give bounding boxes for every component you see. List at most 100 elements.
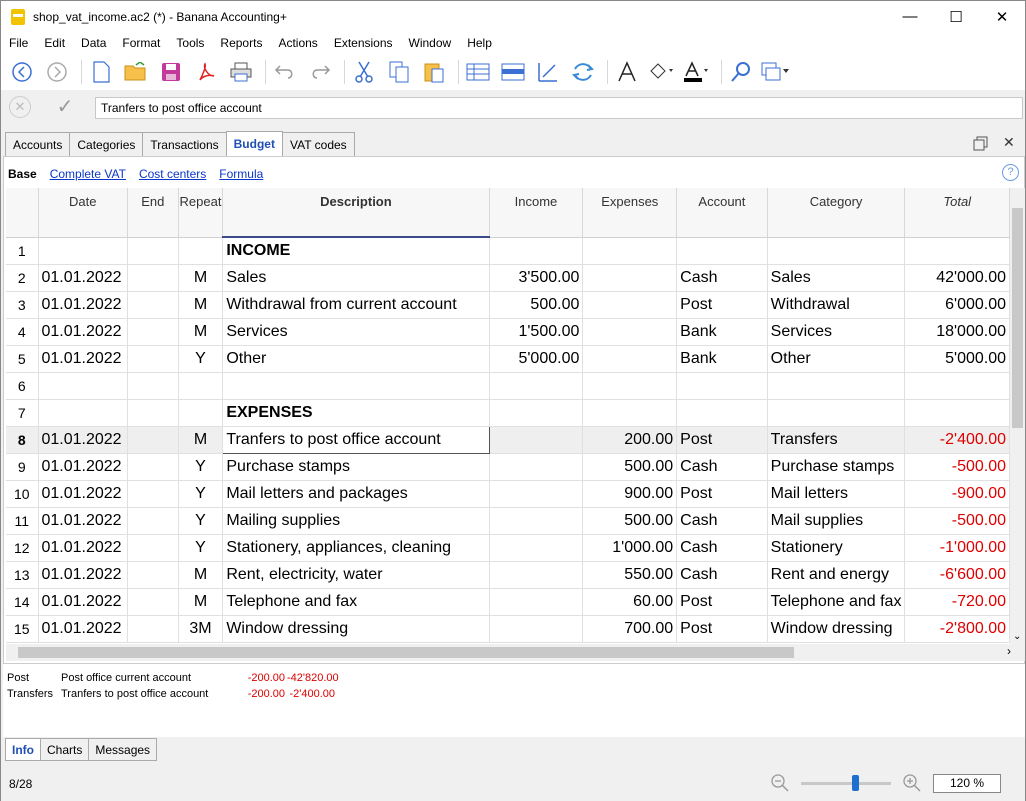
tab-vat-codes[interactable]: VAT codes [281, 132, 355, 156]
cell-account[interactable]: Cash [676, 507, 768, 535]
cell-category[interactable]: Mail supplies [767, 507, 906, 535]
cell-category[interactable]: Telephone and fax [767, 588, 906, 616]
cell-end[interactable] [127, 318, 179, 346]
cell-expenses[interactable]: 550.00 [582, 561, 678, 589]
zoom-level-field[interactable]: 120 % [933, 774, 1001, 793]
paste-icon[interactable] [419, 57, 449, 87]
fill-color-icon[interactable] [647, 57, 677, 87]
cell-description[interactable]: Services [222, 318, 490, 346]
cell-expenses[interactable] [582, 264, 678, 292]
cell-category[interactable]: Mail letters [767, 480, 906, 508]
vertical-scroll-thumb[interactable] [1012, 208, 1023, 428]
cancel-edit-icon[interactable]: ✕ [9, 96, 31, 118]
cell-repeat[interactable]: M [178, 561, 224, 589]
tab-charts[interactable]: Charts [40, 738, 90, 761]
cell-end[interactable] [127, 615, 179, 643]
cell-expenses[interactable]: 200.00 [582, 426, 678, 454]
cell-end[interactable] [127, 588, 179, 616]
cell-category[interactable]: Window dressing [767, 615, 906, 643]
text-color-icon[interactable] [682, 57, 712, 87]
cell-account[interactable]: Cash [676, 534, 768, 562]
cell-date[interactable] [38, 237, 128, 265]
cell-repeat[interactable]: Y [178, 345, 224, 373]
cell-date[interactable]: 01.01.2022 [38, 291, 128, 319]
cell-repeat[interactable]: Y [178, 534, 224, 562]
cell-date[interactable]: 01.01.2022 [38, 561, 128, 589]
cell-account[interactable]: Post [676, 291, 768, 319]
cell-account[interactable] [676, 399, 768, 427]
cell-account[interactable]: Bank [676, 345, 768, 373]
cell-date[interactable]: 01.01.2022 [38, 615, 128, 643]
search-icon[interactable] [726, 57, 756, 87]
cell-end[interactable] [127, 534, 179, 562]
zoom-in-icon[interactable] [903, 774, 921, 792]
table-row[interactable]: 1 INCOME [6, 237, 1010, 265]
cell-end[interactable] [127, 291, 179, 319]
cell-repeat[interactable]: M [178, 291, 224, 319]
cell-end[interactable] [127, 237, 179, 265]
view-base[interactable]: Base [8, 167, 37, 181]
table-row[interactable]: 12 01.01.2022 Y Stationery, appliances, cle… [6, 534, 1010, 562]
vertical-scrollbar[interactable]: ⌄ [1010, 188, 1025, 644]
table-row[interactable]: 10 01.01.2022 Y Mail letters and packages 90… [6, 480, 1010, 508]
cell-account[interactable]: Post [676, 426, 768, 454]
cell-category[interactable]: Sales [767, 264, 906, 292]
cell-income[interactable]: 3'500.00 [489, 264, 584, 292]
close-button[interactable]: ✕ [979, 1, 1025, 32]
menu-window[interactable]: Window [401, 36, 460, 50]
cell-end[interactable] [127, 399, 179, 427]
horizontal-scroll-thumb[interactable] [18, 647, 794, 658]
zoom-slider-thumb[interactable] [852, 775, 859, 791]
cell-total[interactable]: -1'000.00 [904, 534, 1010, 562]
header-expenses[interactable]: Expenses [582, 188, 678, 238]
table-row[interactable]: 15 01.01.2022 3M Window dressing 700.00 Post W… [6, 615, 1010, 643]
menu-tools[interactable]: Tools [168, 36, 212, 50]
menu-reports[interactable]: Reports [212, 36, 270, 50]
cell-total[interactable]: -6'600.00 [904, 561, 1010, 589]
menu-actions[interactable]: Actions [270, 36, 325, 50]
cell-total[interactable]: -2'400.00 [904, 426, 1010, 454]
cell-income[interactable] [489, 588, 584, 616]
cell-repeat[interactable]: Y [178, 507, 224, 535]
tab-info[interactable]: Info [5, 738, 41, 761]
cell-repeat[interactable] [178, 399, 224, 427]
cell-repeat[interactable]: 3M [178, 615, 224, 643]
cell-account[interactable]: Bank [676, 318, 768, 346]
header-repeat[interactable]: Repeat [178, 188, 224, 238]
cell-end[interactable] [127, 453, 179, 481]
help-icon[interactable]: ? [1002, 164, 1019, 181]
header-end[interactable]: End [127, 188, 179, 238]
table-row[interactable]: 9 01.01.2022 Y Purchase stamps 500.00 Cash Pur… [6, 453, 1010, 481]
cell-description[interactable]: Rent, electricity, water [222, 561, 490, 589]
cell-date[interactable] [38, 372, 128, 400]
tab-categories[interactable]: Categories [69, 132, 144, 156]
undo-icon[interactable] [270, 57, 300, 87]
cell-category[interactable] [767, 372, 906, 400]
cell-description[interactable]: Purchase stamps [222, 453, 490, 481]
cell-category[interactable]: Transfers [767, 426, 906, 454]
window-options-icon[interactable] [761, 57, 791, 87]
cell-category[interactable] [767, 237, 906, 265]
cell-edit-input[interactable]: Tranfers to post office account [95, 97, 1023, 119]
cell-category[interactable]: Purchase stamps [767, 453, 906, 481]
cell-expenses[interactable]: 700.00 [582, 615, 678, 643]
cell-income[interactable] [489, 507, 584, 535]
horizontal-scrollbar[interactable]: › [6, 644, 1025, 661]
cell-category[interactable]: Other [767, 345, 906, 373]
cell-description[interactable]: Other [222, 345, 490, 373]
table-row[interactable]: 11 01.01.2022 Y Mailing supplies 500.00 Cash M… [6, 507, 1010, 535]
cell-expenses[interactable]: 500.00 [582, 507, 678, 535]
cell-expenses[interactable]: 500.00 [582, 453, 678, 481]
cell-total[interactable]: -900.00 [904, 480, 1010, 508]
cell-total[interactable]: 6'000.00 [904, 291, 1010, 319]
menu-format[interactable]: Format [114, 36, 168, 50]
print-icon[interactable] [226, 57, 256, 87]
cell-description[interactable] [222, 372, 490, 400]
cell-income[interactable] [489, 372, 584, 400]
table-row[interactable]: 3 01.01.2022 M Withdrawal from current acco… [6, 291, 1010, 319]
cell-description[interactable]: Tranfers to post office account [222, 425, 490, 454]
header-account[interactable]: Account [676, 188, 768, 238]
cell-repeat[interactable]: M [178, 426, 224, 454]
cell-income[interactable]: 500.00 [489, 291, 584, 319]
cell-description[interactable]: Sales [222, 264, 490, 292]
